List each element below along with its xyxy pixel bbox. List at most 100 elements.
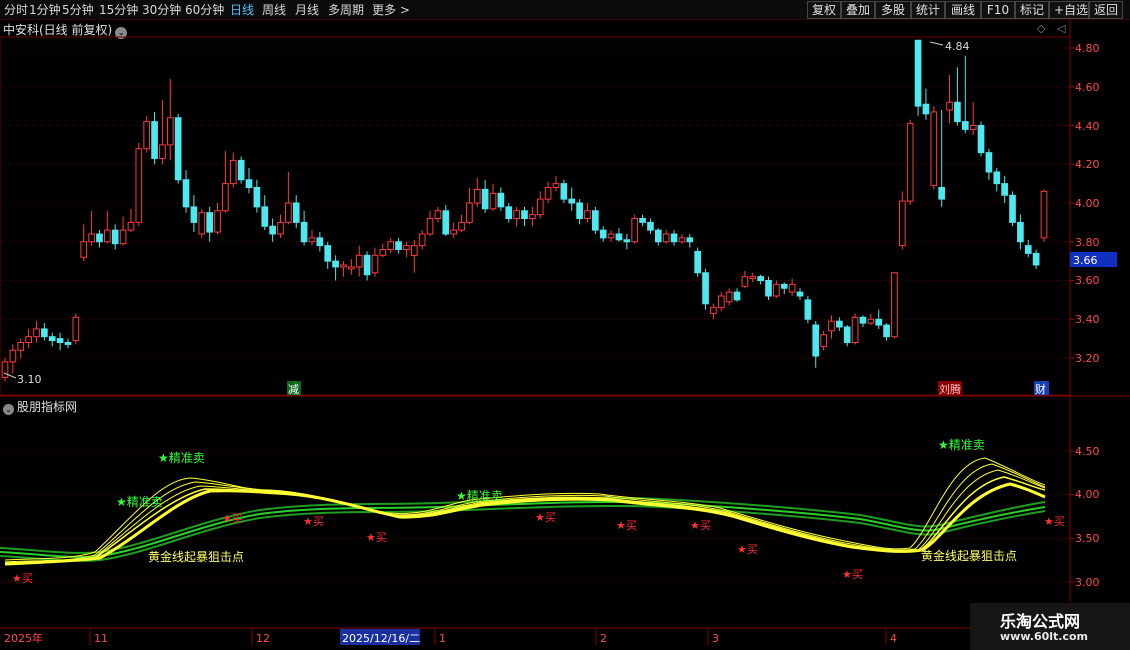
high-pointer: [929, 41, 944, 46]
candle-up: [544, 187, 552, 200]
candle-up: [473, 188, 481, 204]
candle-down: [914, 39, 922, 107]
candle-up: [717, 295, 725, 309]
indicator-tick: 4.50: [1075, 445, 1100, 458]
price-tick: 3.40: [1075, 313, 1100, 326]
candle-up: [403, 245, 410, 250]
candle-down: [702, 272, 709, 305]
sell-signal: ★精准卖: [116, 495, 163, 509]
event-tag-reduce[interactable]: 减: [288, 383, 299, 396]
candle-up: [434, 210, 442, 219]
buy-signal: ★买: [535, 511, 556, 524]
candle-down: [190, 206, 198, 223]
candle-down: [253, 187, 261, 208]
candle-up: [1040, 190, 1048, 239]
candle-up: [891, 272, 898, 338]
candle-up: [355, 254, 363, 268]
candle-down: [332, 260, 339, 268]
watermark-url: www.60lt.com: [1000, 630, 1089, 643]
candle-down: [442, 210, 450, 235]
date-label: 4: [890, 632, 897, 645]
candle-down: [245, 179, 253, 188]
candle-up: [749, 276, 757, 280]
candle-down: [1024, 245, 1032, 254]
candle-down: [670, 233, 678, 243]
candle-up: [17, 342, 25, 351]
candle-down: [505, 206, 513, 219]
candle-up: [513, 210, 520, 219]
candle-down: [804, 299, 812, 320]
candle-up: [458, 221, 465, 231]
kline-chart[interactable]: 4.80 4.60 4.40 4.20 4.00 3.80 3.60 3.40 …: [0, 0, 1130, 650]
candle-up: [308, 237, 316, 243]
golden-line-label: 黄金线起暴狙击点: [148, 549, 244, 564]
indicator-axis: 4.50 4.00 3.50 3.00: [1075, 445, 1100, 589]
candle-down: [859, 316, 867, 324]
buy-signal: ★买: [303, 515, 324, 528]
date-cursor-label: 2025/12/16/二: [342, 632, 420, 645]
candle-up: [143, 121, 151, 150]
date-label: 11: [94, 632, 108, 645]
candle-down: [96, 233, 103, 243]
candle-down: [1032, 252, 1040, 266]
candle-up: [678, 237, 686, 243]
candle-up: [135, 148, 143, 223]
sell-signal: ★精准卖: [158, 451, 205, 465]
current-price-label: 3.66: [1073, 254, 1098, 267]
buy-signal: ★买: [12, 572, 33, 585]
candle-down: [316, 237, 324, 247]
candle-up: [119, 229, 127, 245]
candle-down: [647, 221, 654, 231]
candle-up: [222, 183, 229, 212]
candle-up: [867, 318, 875, 324]
candle-up: [631, 218, 639, 243]
price-tick: 4.20: [1075, 158, 1100, 171]
candle-down: [174, 117, 182, 181]
candlestick-series: [1, 39, 1048, 382]
candle-down: [521, 210, 528, 219]
candle-down: [922, 103, 930, 115]
sell-signal: ★精准卖: [456, 489, 503, 503]
candle-down: [324, 245, 332, 262]
event-tag-finance[interactable]: 财: [1035, 382, 1046, 396]
candle-up: [450, 229, 457, 235]
candle-up: [166, 117, 174, 146]
date-label: 12: [256, 632, 270, 645]
candle-down: [363, 254, 371, 276]
candle-up: [229, 159, 237, 185]
candle-up: [9, 349, 17, 363]
sell-signal: ★精准卖: [938, 438, 985, 452]
price-tick: 4.40: [1075, 120, 1100, 133]
price-axis: 4.80 4.60 4.40 4.20 4.00 3.80 3.60 3.40 …: [1075, 42, 1100, 365]
candle-up: [930, 111, 938, 187]
candle-down: [1001, 183, 1008, 196]
indicator-tick: 3.00: [1075, 576, 1100, 589]
candle-up: [851, 316, 859, 343]
candle-down: [654, 229, 662, 243]
candle-up: [72, 316, 80, 342]
candle-down: [300, 221, 308, 243]
candle-down: [977, 125, 985, 154]
candle-down: [875, 318, 883, 326]
candle-up: [773, 283, 780, 297]
candle-down: [269, 225, 276, 235]
candle-up: [88, 233, 95, 243]
candle-down: [780, 283, 788, 289]
event-tag-news[interactable]: 刘腾: [939, 382, 961, 396]
candle-up: [426, 218, 434, 235]
candle-up: [710, 307, 717, 314]
candle-down: [151, 121, 158, 159]
candle-down: [757, 276, 764, 281]
yellow-line-2: [4, 463, 1046, 563]
buy-signal: ★买: [842, 568, 863, 581]
candle-up: [1, 361, 9, 378]
candle-down: [568, 198, 576, 204]
candle-down: [395, 241, 402, 250]
candle-down: [182, 179, 190, 208]
candle-down: [993, 171, 1001, 185]
candle-down: [41, 328, 48, 338]
candle-down: [961, 121, 969, 130]
indicator-tick: 3.50: [1075, 532, 1100, 545]
candle-down: [883, 324, 890, 338]
date-axis: 2025年 11 12 2025/12/16/二 1 2 3 4: [4, 629, 897, 645]
